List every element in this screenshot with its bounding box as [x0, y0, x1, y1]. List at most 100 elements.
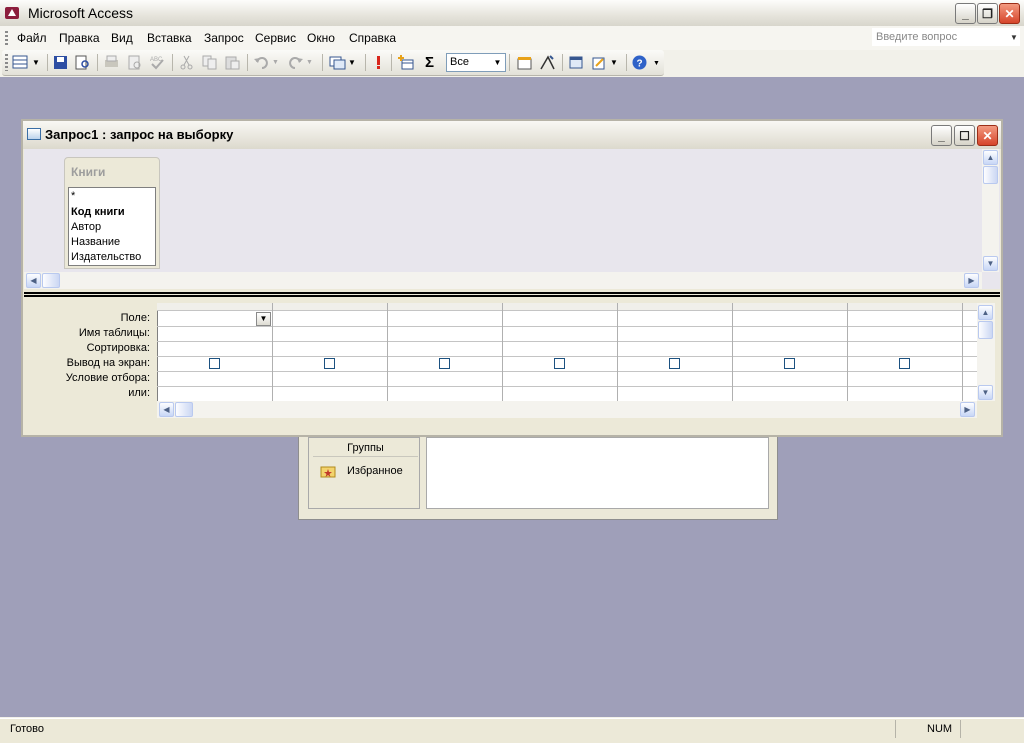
search-file-icon[interactable] [74, 54, 91, 71]
table-pane[interactable] [24, 149, 1000, 289]
field-dropdown-button[interactable]: ▼ [256, 312, 271, 326]
chevron-down-icon[interactable]: ▼ [610, 54, 627, 71]
show-checkbox[interactable] [209, 358, 220, 369]
scrollbar-thumb[interactable] [983, 166, 998, 184]
database-window-objects-pane [426, 437, 769, 509]
field-all[interactable]: * [71, 190, 75, 202]
spelling-icon[interactable]: ABC [149, 54, 166, 71]
menu-window[interactable]: Окно [307, 31, 335, 45]
row-label-table: Имя таблицы: [78, 327, 150, 339]
chevron-down-icon[interactable]: ▼ [1010, 33, 1018, 42]
top-values-select[interactable]: Все ▼ [446, 53, 506, 72]
menu-help[interactable]: Справка [349, 31, 396, 45]
show-checkbox[interactable] [554, 358, 565, 369]
scroll-left-icon[interactable]: ◀ [26, 273, 41, 288]
grid-column-line [732, 303, 733, 401]
scroll-down-icon[interactable]: ▼ [978, 385, 993, 400]
svg-text:?: ? [637, 59, 643, 70]
help-icon[interactable]: ? [631, 54, 648, 71]
grid-column-line [617, 303, 618, 401]
ask-question-input[interactable]: Введите вопрос [872, 28, 1020, 46]
query-design-toolbar: ▼ ABC ▼ ▼ ▼ Σ ▼ ? ▼ [2, 50, 664, 76]
new-object-icon[interactable] [591, 54, 608, 71]
field-primary-key[interactable]: Код книги [71, 206, 125, 218]
pane-splitter[interactable] [24, 292, 1000, 297]
grid-horizontal-scrollbar[interactable] [157, 401, 977, 418]
properties-icon[interactable] [516, 54, 533, 71]
menu-query[interactable]: Запрос [204, 31, 244, 45]
cut-icon[interactable] [178, 54, 195, 71]
column-selectors[interactable] [157, 303, 977, 310]
row-label-sort: Сортировка: [86, 342, 150, 354]
status-divider [960, 720, 961, 738]
query-maximize-button[interactable]: ☐ [954, 125, 975, 146]
toolbar-divider [365, 54, 366, 71]
row-label-field: Поле: [120, 312, 150, 324]
grid-row-line [157, 310, 977, 311]
toolbar-divider [626, 54, 627, 71]
scroll-up-icon[interactable]: ▲ [978, 305, 993, 320]
query-minimize-button[interactable]: _ [931, 125, 952, 146]
show-checkbox[interactable] [669, 358, 680, 369]
scrollbar-thumb[interactable] [175, 402, 193, 417]
scroll-right-icon[interactable]: ▶ [964, 273, 979, 288]
grip-icon [5, 31, 8, 45]
status-bar [0, 718, 1024, 743]
grid-row-line [157, 356, 977, 357]
scroll-up-icon[interactable]: ▲ [983, 150, 998, 165]
grid-column-line [962, 303, 963, 401]
show-checkbox[interactable] [324, 358, 335, 369]
menu-tools[interactable]: Сервис [255, 31, 296, 45]
minimize-button[interactable]: _ [955, 3, 976, 24]
menu-edit[interactable]: Правка [59, 31, 100, 45]
chevron-down-icon[interactable]: ▼ [491, 55, 504, 70]
scroll-left-icon[interactable]: ◀ [159, 402, 174, 417]
run-icon[interactable] [370, 54, 387, 71]
toolbar-divider [509, 54, 510, 71]
print-icon[interactable] [103, 54, 120, 71]
menu-file[interactable]: Файл [17, 31, 47, 45]
scrollbar-thumb[interactable] [978, 321, 993, 339]
toolbar-options-icon[interactable]: ▼ [653, 60, 670, 77]
show-checkbox[interactable] [899, 358, 910, 369]
num-lock-indicator: NUM [927, 723, 953, 735]
scrollbar-thumb[interactable] [42, 273, 60, 288]
scroll-down-icon[interactable]: ▼ [983, 256, 998, 271]
undo-icon[interactable] [253, 54, 270, 71]
horizontal-scrollbar[interactable] [24, 272, 982, 289]
row-label-show: Вывод на экран: [66, 357, 150, 369]
view-icon[interactable] [12, 54, 29, 71]
menu-view[interactable]: Вид [111, 31, 133, 45]
close-button[interactable]: ✕ [999, 3, 1020, 24]
database-window-icon[interactable] [568, 54, 585, 71]
paste-icon[interactable] [224, 54, 241, 71]
field-item[interactable]: Автор [71, 221, 101, 233]
totals-icon[interactable]: Σ [421, 54, 438, 71]
field-item[interactable]: Издательство [71, 251, 141, 263]
builder-icon[interactable] [539, 54, 556, 71]
toolbar-divider [47, 54, 48, 71]
chevron-down-icon[interactable]: ▼ [348, 54, 365, 71]
show-table-icon[interactable] [397, 54, 414, 71]
restore-button[interactable]: ❐ [977, 3, 998, 24]
grid-row-line [157, 326, 977, 327]
grid-column-line [847, 303, 848, 401]
show-checkbox[interactable] [439, 358, 450, 369]
field-item[interactable]: Название [71, 236, 120, 248]
menu-insert[interactable]: Вставка [147, 31, 192, 45]
top-values-value: Все [450, 56, 469, 68]
field-list-title[interactable]: Книги [71, 165, 105, 179]
scroll-right-icon[interactable]: ▶ [960, 402, 975, 417]
redo-icon[interactable] [287, 54, 304, 71]
print-preview-icon[interactable] [126, 54, 143, 71]
save-icon[interactable] [52, 54, 69, 71]
copy-icon[interactable] [201, 54, 218, 71]
access-key-icon [5, 7, 19, 19]
favorites-item[interactable]: Избранное [347, 465, 403, 477]
query-close-button[interactable]: ✕ [977, 125, 998, 146]
groups-label[interactable]: Группы [313, 442, 418, 457]
query-type-icon[interactable] [329, 54, 346, 71]
show-checkbox[interactable] [784, 358, 795, 369]
grid-column-line [387, 303, 388, 401]
chevron-down-icon[interactable]: ▼ [306, 54, 323, 71]
